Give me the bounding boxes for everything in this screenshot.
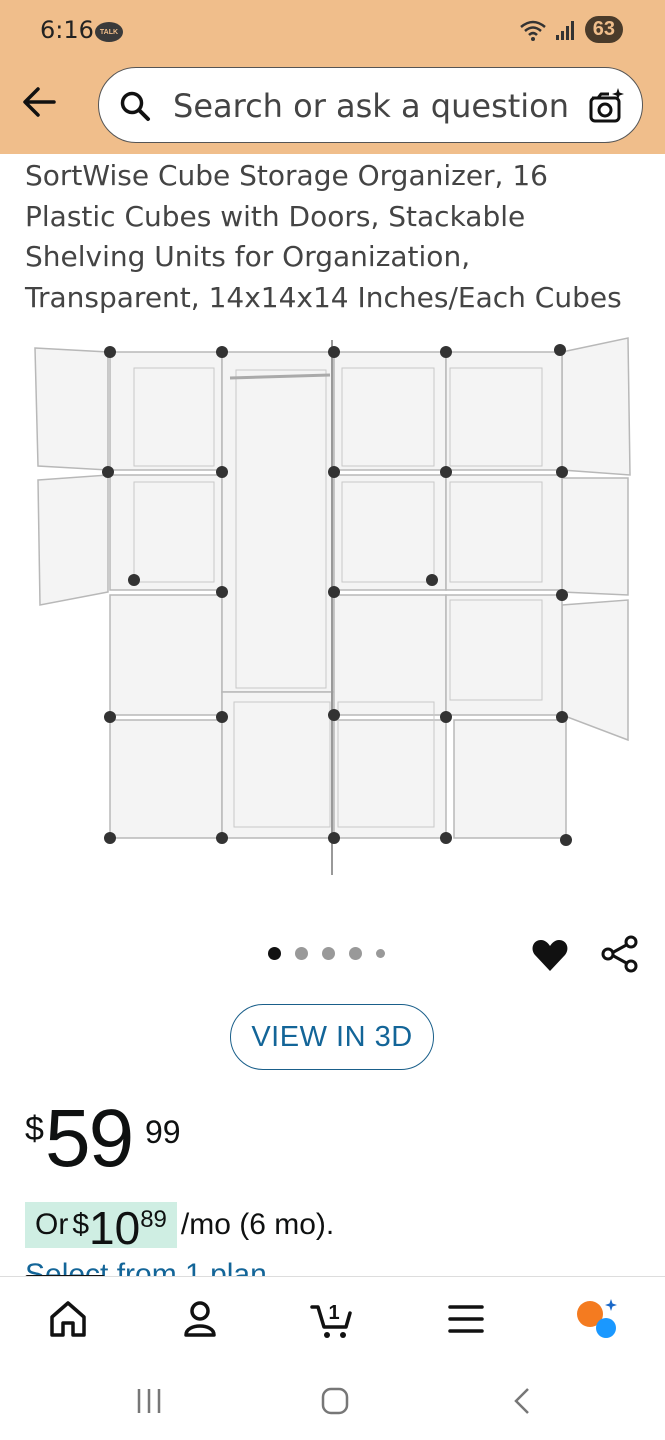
menu-icon[interactable] <box>444 1297 488 1341</box>
battery-indicator: 63 <box>584 16 623 43</box>
monthly-prefix: Or <box>35 1208 69 1241</box>
monthly-fraction: 89 <box>140 1206 167 1233</box>
heart-icon[interactable] <box>530 935 570 975</box>
rufus-assistant-icon[interactable] <box>575 1297 619 1341</box>
status-indicators: 63 <box>519 16 623 43</box>
home-icon[interactable] <box>46 1297 90 1341</box>
back-system-icon[interactable] <box>508 1386 538 1416</box>
bottom-nav: 1 <box>0 1276 665 1360</box>
status-time: 6:16 <box>40 16 94 44</box>
carousel-dot[interactable] <box>376 949 385 958</box>
home-system-icon[interactable] <box>320 1386 350 1416</box>
monthly-suffix: /mo (6 mo). <box>180 1208 335 1241</box>
talk-notification-icon: TALK <box>95 22 123 42</box>
status-bar: 6:16 TALK 63 <box>0 0 665 62</box>
price-fraction: 99 <box>145 1114 181 1150</box>
app-header: 6:16 TALK 63 Search or ask a question <box>0 0 665 154</box>
monthly-payment-highlight: Or $ 10 89 <box>25 1202 177 1254</box>
image-carousel-dots[interactable] <box>268 947 385 960</box>
back-arrow-icon[interactable] <box>20 82 60 122</box>
monthly-currency: $ <box>72 1208 90 1241</box>
share-icon[interactable] <box>600 934 640 974</box>
camera-search-icon[interactable] <box>586 86 626 126</box>
monthly-whole: 10 <box>89 1202 141 1254</box>
search-icon <box>120 91 150 121</box>
carousel-dot[interactable] <box>322 947 335 960</box>
carousel-dot[interactable] <box>268 947 281 960</box>
account-icon[interactable] <box>178 1297 222 1341</box>
cart-icon[interactable]: 1 <box>310 1297 354 1341</box>
select-plan-link[interactable]: Select from 1 plan <box>25 1258 665 1276</box>
view-in-3d-button[interactable]: VIEW IN 3D <box>230 1004 434 1070</box>
search-bar[interactable]: Search or ask a question <box>98 67 643 143</box>
price-whole: 59 <box>45 1093 134 1184</box>
signal-icon <box>555 20 574 40</box>
product-image[interactable] <box>30 330 640 890</box>
price-currency: $ <box>25 1110 44 1148</box>
monthly-payment: Or $ 10 89 /mo (6 mo). <box>25 1202 335 1254</box>
cart-count: 1 <box>328 1302 339 1324</box>
carousel-dot[interactable] <box>295 947 308 960</box>
product-title[interactable]: SortWise Cube Storage Organizer, 16 Plas… <box>25 156 645 318</box>
recent-apps-icon[interactable] <box>134 1386 164 1416</box>
wifi-icon <box>519 20 546 41</box>
carousel-dot[interactable] <box>349 947 362 960</box>
search-input[interactable]: Search or ask a question <box>173 87 569 125</box>
system-navigation-bar <box>0 1360 665 1440</box>
select-plan-label[interactable]: Select from 1 plan <box>25 1258 665 1276</box>
